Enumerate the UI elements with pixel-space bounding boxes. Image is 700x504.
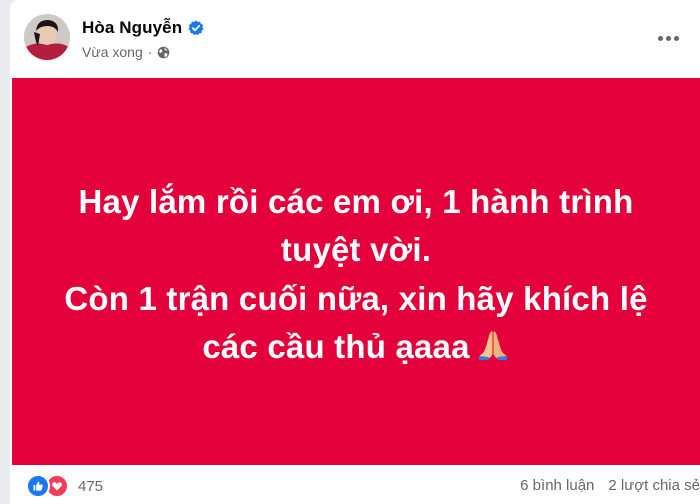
folded-hands-emoji-icon bbox=[476, 327, 510, 361]
post-meta: Vừa xong · bbox=[82, 43, 170, 61]
globe-icon[interactable] bbox=[157, 46, 170, 59]
more-dot bbox=[657, 35, 663, 41]
avatar-image bbox=[24, 14, 70, 60]
author-name[interactable]: Hòa Nguyễn bbox=[82, 18, 182, 38]
more-dot bbox=[665, 35, 671, 41]
post-text-line-with-emoji: các cầu thủ ạaaa bbox=[64, 323, 647, 372]
post-text-line: Hay lắm rồi các em ơi, 1 hành trình bbox=[78, 182, 634, 220]
avatar[interactable] bbox=[24, 14, 70, 60]
more-dot bbox=[673, 35, 679, 41]
post-text: Hay lắm rồi các em ơi, 1 hành trình tuyệ… bbox=[64, 178, 647, 372]
reaction-count: 475 bbox=[78, 477, 104, 495]
author-row: Hòa Nguyễn bbox=[82, 17, 204, 39]
verified-badge-icon bbox=[188, 20, 204, 36]
post-time[interactable]: Vừa xong bbox=[82, 44, 143, 60]
post-header: Hòa Nguyễn Vừa xong · bbox=[10, 0, 700, 78]
post-card: Hòa Nguyễn Vừa xong · Hay lắm rồi các em… bbox=[10, 0, 700, 504]
reactions-summary[interactable]: 475 bbox=[26, 474, 103, 498]
comments-count-link[interactable]: 6 bình luận bbox=[520, 477, 594, 494]
like-icon bbox=[26, 474, 50, 498]
post-text-line: tuyệt vời. bbox=[280, 231, 432, 268]
engagement-stats: 6 bình luận 2 lượt chia sẻ bbox=[520, 477, 700, 494]
post-footer: 475 6 bình luận 2 lượt chia sẻ bbox=[10, 465, 700, 504]
post-text-line: Còn 1 trận cuối nữa, xin hãy khích lệ bbox=[64, 279, 648, 317]
post-text-background: Hay lắm rồi các em ơi, 1 hành trình tuyệ… bbox=[12, 78, 700, 465]
post-text-line: các cầu thủ ạaaa bbox=[202, 328, 470, 365]
shares-count-link[interactable]: 2 lượt chia sẻ bbox=[608, 477, 700, 494]
meta-separator: · bbox=[147, 44, 153, 60]
more-options-button[interactable] bbox=[650, 24, 686, 52]
